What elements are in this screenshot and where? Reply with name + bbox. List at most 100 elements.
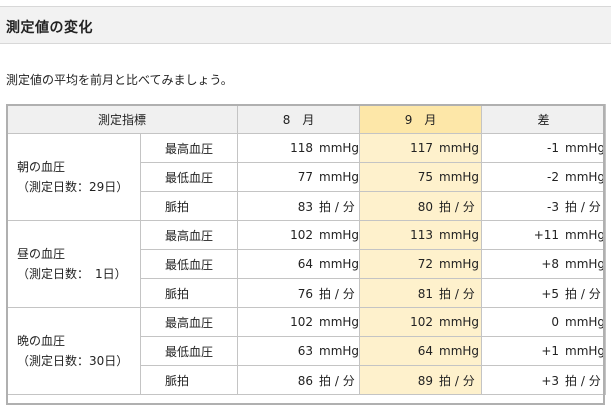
sep-unit: mmHg: [439, 170, 480, 184]
group-name: 晩の血圧: [17, 334, 66, 348]
diff-unit: mmHg: [565, 257, 606, 271]
aug-value: 86: [297, 373, 314, 388]
page: 測定値の変化 測定値の平均を前月と比べてみましょう。 測定指標 8 月 9 月 …: [0, 0, 611, 412]
sep-value-cell: 64 mmHg: [359, 336, 483, 366]
aug-unit: 拍 / 分: [319, 199, 355, 214]
metric-label: 最低血圧: [139, 249, 239, 279]
sep-value: 72: [417, 257, 434, 271]
diff-value: -1: [547, 141, 560, 155]
sep-value-cell: 89 拍 / 分: [359, 365, 483, 395]
sep-value-cell: 72 mmHg: [359, 249, 483, 279]
aug-value-cell: 64 mmHg: [237, 249, 361, 279]
sep-value: 89: [417, 373, 434, 388]
aug-value: 77: [297, 170, 314, 184]
sep-value: 80: [417, 199, 434, 214]
header-difference: 差: [481, 104, 607, 134]
aug-unit: 拍 / 分: [319, 286, 355, 301]
sep-unit: 拍 / 分: [439, 286, 475, 301]
diff-value: -2: [547, 170, 560, 184]
aug-value-cell: 102 mmHg: [237, 307, 361, 337]
sep-value: 81: [417, 286, 434, 301]
diff-unit: mmHg: [565, 228, 606, 242]
sep-unit: 拍 / 分: [439, 199, 475, 214]
diff-value-cell: -3 拍 / 分: [481, 191, 607, 221]
aug-value: 118: [290, 141, 314, 155]
group-label: 晩の血圧 （測定日数：30日）: [6, 307, 141, 395]
header-september: 9 月: [359, 104, 483, 134]
diff-value-cell: +1 mmHg: [481, 336, 607, 366]
diff-unit: 拍 / 分: [565, 373, 601, 388]
diff-value-cell: -1 mmHg: [481, 133, 607, 163]
header-metric: 測定指標: [5, 104, 239, 134]
diff-value: +5: [541, 286, 560, 301]
sep-unit: mmHg: [439, 141, 480, 155]
aug-unit: mmHg: [319, 257, 360, 271]
diff-value-cell: +5 拍 / 分: [481, 278, 607, 308]
metric-label: 脈拍: [139, 365, 239, 395]
group-name: 昼の血圧: [17, 247, 66, 261]
group-name: 朝の血圧: [17, 160, 66, 174]
aug-unit: 拍 / 分: [319, 373, 355, 388]
group-days: （測定日数：30日）: [17, 354, 129, 368]
group-label: 昼の血圧 （測定日数： 1日）: [6, 220, 141, 308]
sep-value: 117: [410, 141, 434, 155]
diff-unit: 拍 / 分: [565, 199, 601, 214]
aug-value: 102: [290, 315, 314, 329]
sep-value-cell: 81 拍 / 分: [359, 278, 483, 308]
diff-unit: 拍 / 分: [565, 286, 601, 301]
aug-value-cell: 63 mmHg: [237, 336, 361, 366]
aug-unit: mmHg: [319, 315, 360, 329]
diff-unit: mmHg: [565, 141, 606, 155]
diff-value: -3: [547, 199, 560, 214]
diff-value-cell: +3 拍 / 分: [481, 365, 607, 395]
group-days: （測定日数：29日）: [17, 180, 129, 194]
metric-label: 最低血圧: [139, 162, 239, 192]
intro-text: 測定値の平均を前月と比べてみましょう。: [6, 73, 233, 87]
aug-value-cell: 77 mmHg: [237, 162, 361, 192]
diff-value: 0: [551, 315, 560, 329]
sep-unit: mmHg: [439, 344, 480, 358]
metric-label: 脈拍: [139, 278, 239, 308]
sep-value-cell: 80 拍 / 分: [359, 191, 483, 221]
sep-unit: mmHg: [439, 315, 480, 329]
metric-label: 最低血圧: [139, 336, 239, 366]
aug-value-cell: 118 mmHg: [237, 133, 361, 163]
aug-value: 76: [297, 286, 314, 301]
metric-label: 脈拍: [139, 191, 239, 221]
diff-value-cell: -2 mmHg: [481, 162, 607, 192]
group-days: （測定日数： 1日）: [17, 267, 127, 281]
aug-value: 63: [297, 344, 314, 358]
diff-value-cell: 0 mmHg: [481, 307, 607, 337]
diff-unit: mmHg: [565, 344, 606, 358]
aug-unit: mmHg: [319, 170, 360, 184]
table-row: 昼の血圧 （測定日数： 1日） 最高血圧 102 mmHg 113 mmHg +11 mmHg: [6, 220, 607, 308]
sep-value-cell: 113 mmHg: [359, 220, 483, 250]
sep-value-cell: 117 mmHg: [359, 133, 483, 163]
sep-value: 75: [417, 170, 434, 184]
diff-value: +3: [541, 373, 560, 388]
diff-value: +11: [533, 228, 560, 242]
comparison-table: 測定指標 8 月 9 月 差 朝の血圧 （測定日数：29日） 最高血圧 118 mmHg…: [5, 104, 607, 395]
diff-value: +8: [541, 257, 560, 271]
sep-value: 64: [417, 344, 434, 358]
section-title: 測定値の変化: [6, 20, 93, 36]
header-august: 8 月: [237, 104, 361, 134]
aug-value: 102: [290, 228, 314, 242]
aug-unit: mmHg: [319, 344, 360, 358]
aug-value-cell: 76 拍 / 分: [237, 278, 361, 308]
diff-unit: mmHg: [565, 315, 606, 329]
sep-value: 113: [410, 228, 434, 242]
aug-unit: mmHg: [319, 228, 360, 242]
aug-value-cell: 86 拍 / 分: [237, 365, 361, 395]
metric-label: 最高血圧: [139, 307, 239, 337]
sep-unit: mmHg: [439, 228, 480, 242]
group-label: 朝の血圧 （測定日数：29日）: [6, 133, 141, 221]
aug-value: 83: [297, 199, 314, 214]
aug-value-cell: 102 mmHg: [237, 220, 361, 250]
sep-value: 102: [410, 315, 434, 329]
aug-value-cell: 83 拍 / 分: [237, 191, 361, 221]
sep-value-cell: 75 mmHg: [359, 162, 483, 192]
sep-value-cell: 102 mmHg: [359, 307, 483, 337]
diff-value-cell: +8 mmHg: [481, 249, 607, 279]
diff-value: +1: [541, 344, 560, 358]
